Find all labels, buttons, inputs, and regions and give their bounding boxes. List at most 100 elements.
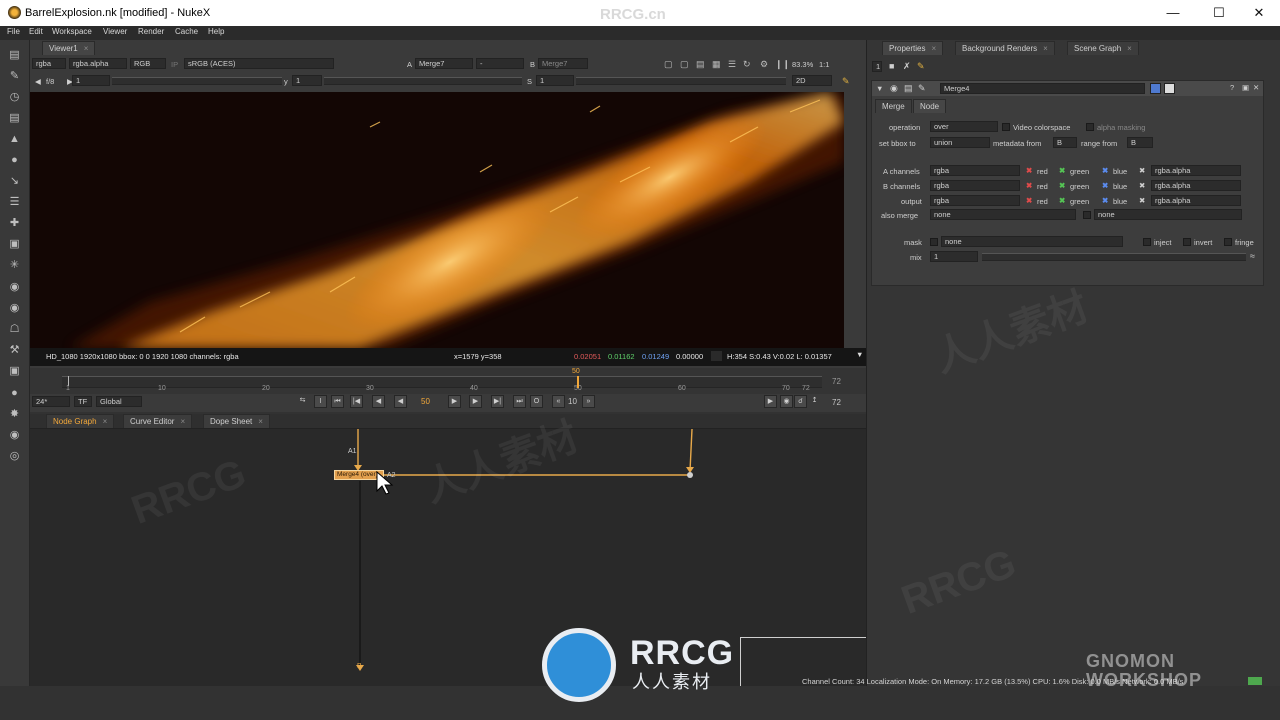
viewer-lut-dropdown[interactable]: sRGB (ACES) — [184, 58, 334, 69]
b-channels-dropdown[interactable]: rgba — [930, 180, 1020, 191]
tf-dropdown[interactable]: TF — [74, 396, 92, 407]
menu-file[interactable]: File — [7, 27, 20, 36]
goto-end-button[interactable]: ⏭ — [513, 395, 526, 408]
3d-tool-icon[interactable]: ▣ — [7, 237, 22, 251]
info-expand-icon[interactable]: ▼ — [856, 350, 863, 359]
menu-viewer[interactable]: Viewer — [103, 27, 127, 36]
menu-render[interactable]: Render — [138, 27, 164, 36]
image-tool-icon[interactable]: ▤ — [7, 48, 22, 62]
saturation-field[interactable]: 1 — [536, 75, 574, 86]
next-frame-button[interactable]: ▶ — [469, 395, 482, 408]
output-dropdown[interactable]: rgba — [930, 195, 1020, 206]
roi-icon[interactable]: ▢ — [664, 59, 673, 70]
next-key-button[interactable]: ▶| — [491, 395, 504, 408]
invert-checkbox[interactable] — [1183, 238, 1191, 246]
fringe-checkbox[interactable] — [1224, 238, 1232, 246]
lock-properties-icon[interactable]: ■ — [889, 61, 894, 71]
ip-toggle[interactable]: IP — [171, 60, 178, 69]
menu-workspace[interactable]: Workspace — [52, 27, 92, 36]
gamma-field[interactable]: 1 — [292, 75, 322, 86]
out-red-checkbox[interactable]: ✖ — [1026, 196, 1032, 205]
viewer-toggle-icon[interactable]: ◉ — [890, 83, 898, 94]
skip-back-button[interactable]: « — [552, 395, 565, 408]
display-channel-dropdown[interactable]: RGB — [130, 58, 166, 69]
ofx-tool-icon[interactable]: ✸ — [7, 407, 22, 421]
mix-field[interactable]: 1 — [930, 251, 978, 262]
mask-checkbox[interactable] — [930, 238, 938, 246]
proxy-icon[interactable]: ▢ — [680, 59, 689, 70]
overlay-icon[interactable]: ▤ — [696, 59, 705, 70]
filter-tool-icon[interactable]: ● — [7, 153, 22, 167]
pen-icon[interactable]: ✎ — [842, 76, 850, 87]
out-alpha-dropdown[interactable]: rgba.alpha — [1151, 195, 1241, 206]
inject-checkbox[interactable] — [1143, 238, 1151, 246]
saturation-slider[interactable] — [576, 77, 786, 85]
timeline-ruler[interactable] — [62, 376, 822, 388]
out-green-checkbox[interactable]: ✖ — [1059, 196, 1065, 205]
viewer-image[interactable] — [30, 92, 844, 348]
tab-dope-sheet[interactable]: Dope Sheet × — [203, 414, 270, 428]
tab-node-graph[interactable]: Node Graph × — [46, 414, 115, 428]
tab-background-renders[interactable]: Background Renders × — [955, 41, 1055, 55]
animation-icon[interactable]: ≈ — [1250, 251, 1255, 261]
close-window-button[interactable]: ✕ — [1236, 0, 1280, 26]
b-input-dropdown[interactable]: Merge7 — [538, 58, 588, 69]
gizmo-tool-icon[interactable]: ◎ — [7, 449, 22, 463]
a-channels-dropdown[interactable]: rgba — [930, 165, 1020, 176]
operation-dropdown[interactable]: over — [930, 121, 998, 132]
timeline[interactable]: 1 10 20 30 40 50 60 70 72 50 72 — [30, 368, 866, 394]
preset-icon[interactable]: ✎ — [918, 83, 926, 94]
export-button[interactable]: ↥ — [808, 395, 821, 408]
flipbook-button[interactable]: ▶ — [764, 395, 777, 408]
tab-scene-graph[interactable]: Scene Graph × — [1067, 41, 1139, 55]
gain-slider[interactable] — [112, 77, 282, 85]
keyer-tool-icon[interactable]: ↘ — [7, 174, 22, 188]
help-icon[interactable]: ? — [1230, 83, 1234, 92]
gamma-slider[interactable] — [324, 77, 522, 85]
view-mode-dropdown[interactable]: 2D — [792, 75, 832, 86]
close-panel-icon[interactable]: ✕ — [1253, 83, 1259, 92]
b-green-checkbox[interactable]: ✖ — [1059, 181, 1065, 190]
deep-tool-icon[interactable]: ◉ — [7, 280, 22, 294]
refresh-icon[interactable]: ↻ — [743, 59, 751, 70]
menu-help[interactable]: Help — [208, 27, 224, 36]
color-tool-icon[interactable]: ▲ — [7, 132, 22, 146]
out-point-button[interactable]: O — [530, 395, 543, 408]
subtab-merge[interactable]: Merge — [875, 99, 912, 113]
toolsets-tool-icon[interactable]: ⚒ — [7, 343, 22, 357]
particles-tool-icon[interactable]: ✳ — [7, 258, 22, 272]
alpha-masking-checkbox[interactable] — [1086, 123, 1094, 131]
time-tool-icon[interactable]: ◷ — [7, 90, 22, 104]
out-blue-checkbox[interactable]: ✖ — [1102, 196, 1108, 205]
playhead[interactable] — [577, 376, 579, 388]
metadata-from-dropdown[interactable]: B — [1053, 137, 1077, 148]
also-merge-dropdown[interactable]: none — [930, 209, 1076, 220]
fstop-toggle[interactable]: ◀ — [35, 77, 41, 86]
skip-forward-button[interactable]: » — [582, 395, 595, 408]
float-icon[interactable]: ▣ — [1242, 83, 1249, 92]
b-blue-checkbox[interactable]: ✖ — [1102, 181, 1108, 190]
clear-properties-icon[interactable]: ✗ — [903, 61, 911, 72]
scope-dropdown[interactable]: Global — [96, 396, 142, 407]
gain-field[interactable]: 1 — [72, 75, 110, 86]
subtab-node[interactable]: Node — [913, 99, 947, 113]
channel-tool-icon[interactable]: ▤ — [7, 111, 22, 125]
current-frame-field[interactable]: 50 — [421, 397, 430, 406]
node-name-field[interactable]: Merge4 — [940, 83, 1145, 94]
clip-warning-icon[interactable]: ▦ — [712, 59, 721, 70]
video-colorspace-checkbox[interactable] — [1002, 123, 1010, 131]
end-frame-field[interactable]: 72 — [832, 398, 841, 407]
edit-properties-icon[interactable]: ✎ — [917, 61, 925, 72]
prev-frame-button[interactable]: ◀ — [372, 395, 385, 408]
merge-tool-icon[interactable]: ☰ — [7, 195, 22, 209]
step-field[interactable]: 10 — [568, 397, 577, 406]
range-from-dropdown[interactable]: B — [1127, 137, 1153, 148]
lock-button[interactable]: ☌ — [794, 395, 807, 408]
also-merge-dropdown-2[interactable]: none — [1094, 209, 1242, 220]
alpha-dropdown[interactable]: rgba.alpha — [69, 58, 127, 69]
in-point-button[interactable]: I — [314, 395, 327, 408]
a-input-dropdown[interactable]: Merge7 — [415, 58, 473, 69]
b-alpha-dropdown[interactable]: rgba.alpha — [1151, 180, 1241, 191]
tab-properties[interactable]: Properties × — [882, 41, 944, 55]
collapse-icon[interactable]: ▼ — [876, 84, 883, 93]
